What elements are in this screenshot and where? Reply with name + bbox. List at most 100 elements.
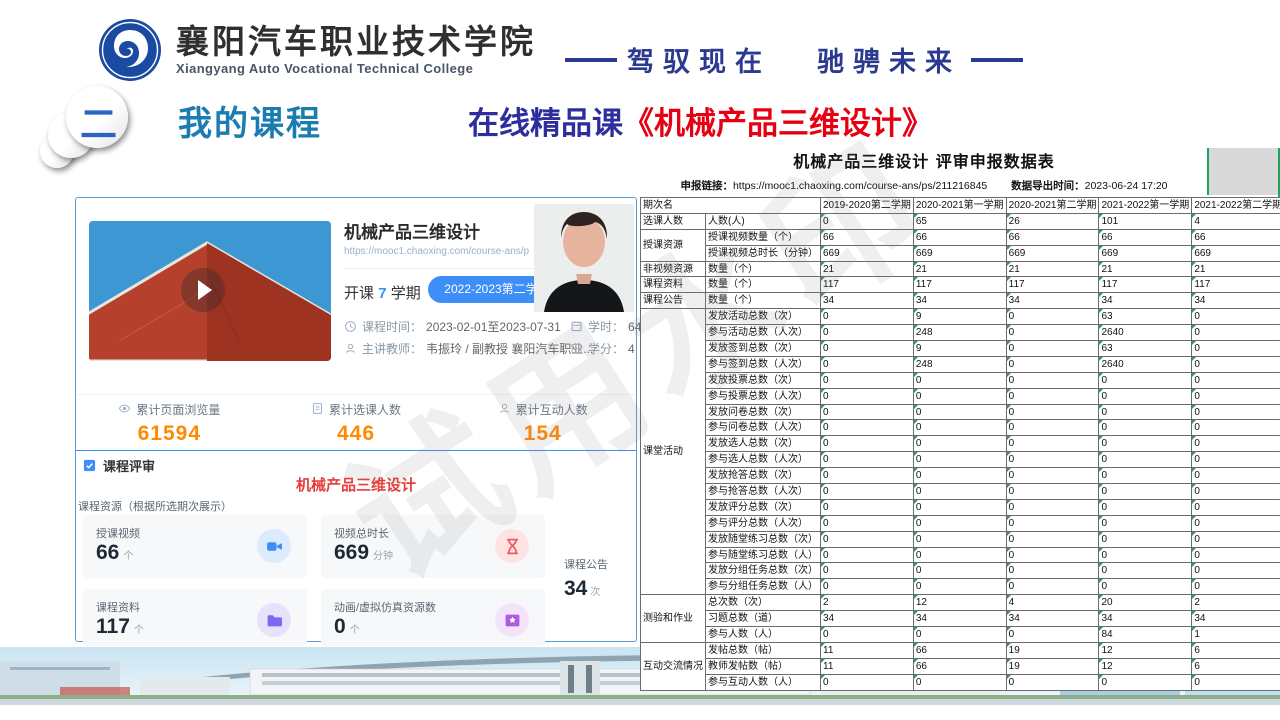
- row-label: 参与互动人数（人）: [706, 674, 821, 690]
- table-cell: 0: [821, 325, 914, 341]
- row-label: 发放问卷总数（次）: [706, 404, 821, 420]
- metric-value: 0个: [334, 615, 360, 639]
- table-cell: 0: [821, 341, 914, 357]
- table-cell: 0: [1006, 674, 1099, 690]
- row-label: 数量（个）: [706, 293, 821, 309]
- table-row: 发放签到总数（次）0906301331: [641, 341, 1280, 357]
- row-label: 参与签到总数（人次）: [706, 356, 821, 372]
- table-cell: 0: [913, 372, 1006, 388]
- row-group-label: 课程资料: [641, 277, 706, 293]
- table-cell: 2: [821, 595, 914, 611]
- table-cell: 9: [913, 341, 1006, 357]
- table-cell: 84: [1099, 627, 1192, 643]
- stat-value: 154: [449, 422, 636, 446]
- table-cell: 12: [1099, 642, 1192, 658]
- table-cell: 0: [1192, 579, 1280, 595]
- stat-value: 61594: [76, 422, 263, 446]
- table-cell: 0: [1099, 372, 1192, 388]
- table-cell: 117: [913, 277, 1006, 293]
- table-cell: 0: [821, 484, 914, 500]
- hourglass-icon: [495, 529, 529, 563]
- views-icon: [118, 402, 131, 418]
- column-header: 2020-2021第一学期: [913, 198, 1006, 214]
- table-cell: 0: [913, 547, 1006, 563]
- report-grid: 期次名2019-2020第二学期2020-2021第一学期2020-2021第二…: [640, 197, 1280, 691]
- presentation-slide: { "header": { "college_cn": "襄阳汽车职业技术学院"…: [0, 0, 1280, 720]
- table-cell: 0: [1006, 468, 1099, 484]
- slogan-text-left: 驾驭现在: [627, 40, 771, 79]
- table-cell: 0: [821, 309, 914, 325]
- table-cell: 63: [1099, 309, 1192, 325]
- table-row: 参与选人总数（人次）0000000: [641, 452, 1280, 468]
- table-cell: 669: [821, 245, 914, 261]
- table-cell: 2640: [1099, 356, 1192, 372]
- table-cell: 0: [1099, 436, 1192, 452]
- table-cell: 0: [821, 515, 914, 531]
- enroll-icon: [311, 402, 324, 418]
- course-credit-value: 4: [628, 342, 635, 356]
- row-label: 参与分组任务总数（人）: [706, 579, 821, 595]
- clock-icon: [344, 320, 357, 333]
- course-stats-row: 累计页面浏览量 61594 累计选课人数 446 累计互动人数 154: [76, 394, 636, 453]
- table-cell: 0: [1006, 547, 1099, 563]
- course-hours-row: 学时： 64: [570, 318, 641, 335]
- stat-item: 累计互动人数 154: [449, 395, 636, 453]
- table-cell: 0: [913, 452, 1006, 468]
- section-title: 我的课程: [178, 96, 322, 145]
- table-cell: 0: [1006, 627, 1099, 643]
- table-cell: 669: [1192, 245, 1280, 261]
- course-teacher-row: 主讲教师： 韦振玲 / 副教授 襄阳汽车职业...: [344, 340, 593, 357]
- table-cell: 0: [821, 547, 914, 563]
- table-cell: 0: [821, 627, 914, 643]
- table-cell: 0: [821, 452, 914, 468]
- table-cell: 0: [1192, 468, 1280, 484]
- table-cell: 0: [1192, 356, 1280, 372]
- row-label: 发放选人总数（次）: [706, 436, 821, 452]
- table-row: 参与问卷总数（人次）0000000: [641, 420, 1280, 436]
- table-cell: 0: [913, 563, 1006, 579]
- section-number-badge: 二: [40, 86, 170, 170]
- table-cell: 0: [1192, 325, 1280, 341]
- table-cell: 0: [1006, 484, 1099, 500]
- table-cell: 0: [821, 674, 914, 690]
- table-cell: 0: [1099, 499, 1192, 515]
- stat-item: 累计选课人数 446: [263, 395, 450, 453]
- college-name-cn: 襄阳汽车职业技术学院: [176, 25, 536, 59]
- table-cell: 248: [913, 325, 1006, 341]
- table-cell: 0: [1006, 420, 1099, 436]
- table-cell: 66: [1006, 229, 1099, 245]
- selected-column-header-block: [1207, 148, 1280, 195]
- table-cell: 0: [821, 388, 914, 404]
- table-cell: 0: [821, 531, 914, 547]
- college-logo-icon: [98, 18, 162, 82]
- row-group-label: 选课人数: [641, 213, 706, 229]
- table-cell: 0: [1192, 547, 1280, 563]
- metric-label: 动画/虚拟仿真资源数: [334, 599, 436, 615]
- table-cell: 0: [821, 563, 914, 579]
- column-header: 2020-2021第二学期: [1006, 198, 1099, 214]
- row-label: 参与评分总数（人次）: [706, 515, 821, 531]
- table-cell: 0: [821, 436, 914, 452]
- table-cell: 0: [1006, 388, 1099, 404]
- table-cell: 26: [1006, 213, 1099, 229]
- course-url[interactable]: https://mooc1.chaoxing.com/course-ans/ps…: [344, 246, 529, 257]
- table-row: 课堂活动发放活动总数（次）0906301331: [641, 309, 1280, 325]
- table-cell: 19: [1006, 658, 1099, 674]
- announcement-label: 课程公告: [564, 556, 630, 572]
- sheet-export-time: 2023-06-24 17:20: [1085, 180, 1168, 192]
- table-cell: 0: [1006, 372, 1099, 388]
- table-row: 课程资料数量（个）117117117117117117117: [641, 277, 1280, 293]
- table-cell: 34: [1192, 611, 1280, 627]
- table-cell: 0: [1099, 547, 1192, 563]
- play-button-icon[interactable]: [181, 268, 225, 312]
- table-cell: 0: [1192, 420, 1280, 436]
- table-cell: 6: [1192, 642, 1280, 658]
- table-cell: 34: [913, 293, 1006, 309]
- table-cell: 0: [913, 531, 1006, 547]
- table-cell: 0: [913, 627, 1006, 643]
- semester-count: 7: [378, 285, 386, 302]
- table-cell: 101: [1099, 213, 1192, 229]
- column-header: 2019-2020第二学期: [821, 198, 914, 214]
- table-cell: 21: [1192, 261, 1280, 277]
- sheet-link[interactable]: https://mooc1.chaoxing.com/course-ans/ps…: [733, 180, 987, 192]
